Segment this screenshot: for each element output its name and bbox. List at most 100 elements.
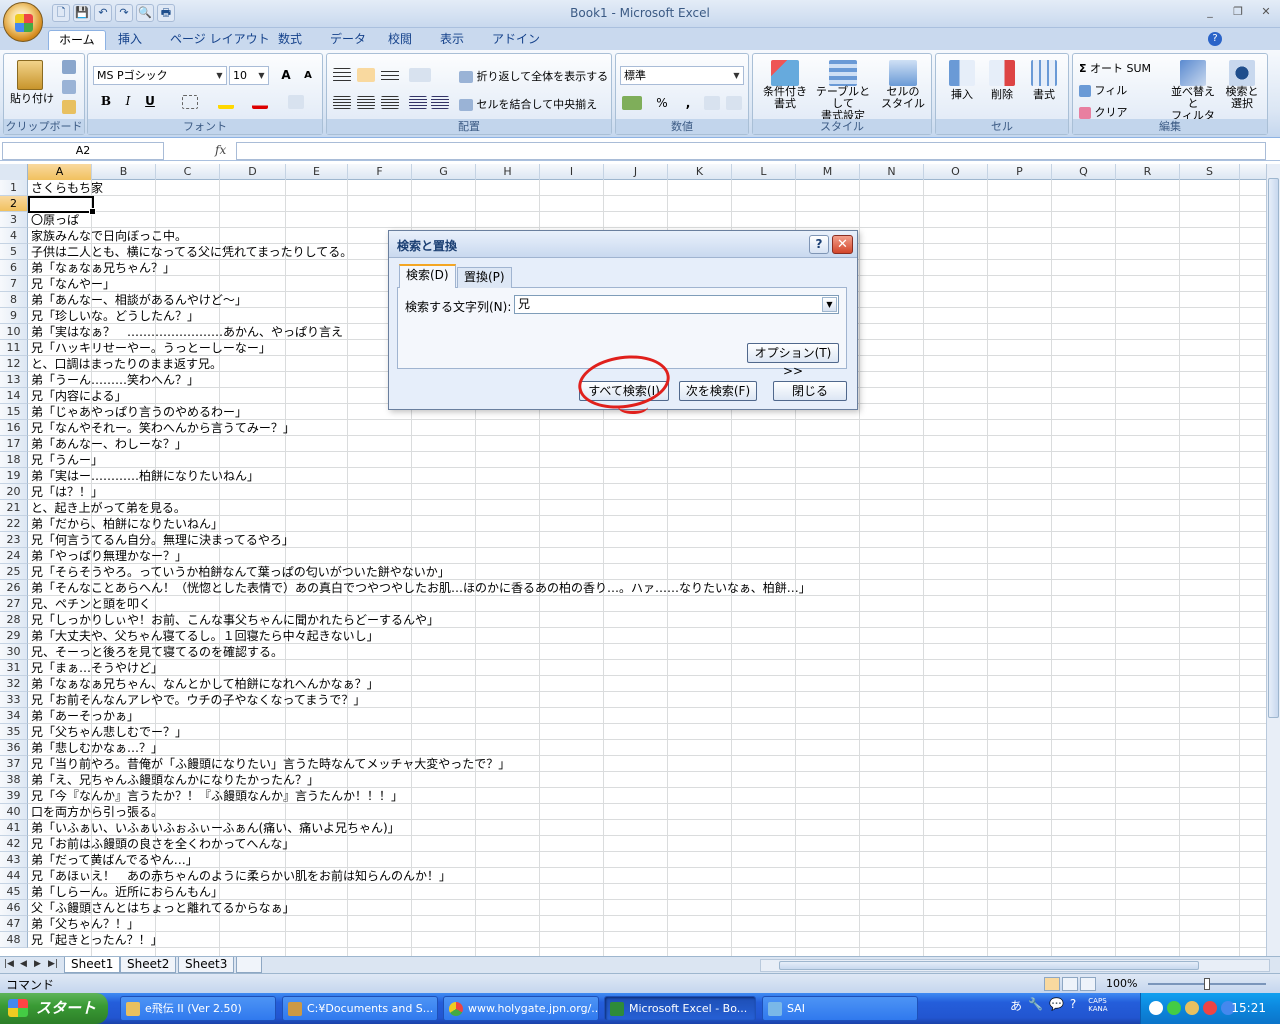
close-dialog-button[interactable]: 閉じる bbox=[773, 381, 847, 401]
tab-view[interactable]: 表示 bbox=[430, 30, 474, 50]
next-sheet-icon[interactable]: ▶ bbox=[34, 959, 41, 969]
copy-icon[interactable] bbox=[62, 80, 76, 94]
tab-formulas[interactable]: 数式 bbox=[268, 30, 312, 50]
paste-button[interactable]: 貼り付け bbox=[10, 60, 54, 106]
font-color-icon[interactable] bbox=[252, 95, 268, 109]
row-header[interactable]: 14 bbox=[0, 388, 28, 404]
cell-a[interactable]: 兄「そらそうやろ。っていうか柏餅なんて葉っぱの匂いがついた餅やないか」 bbox=[31, 564, 450, 580]
orientation-icon[interactable] bbox=[409, 68, 431, 82]
cut-icon[interactable] bbox=[62, 60, 76, 74]
row-header[interactable]: 48 bbox=[0, 932, 28, 948]
tab-find[interactable]: 検索(D) bbox=[399, 264, 456, 288]
cell-a[interactable]: 兄「なんやそれー。笑わへんから言うてみー？」 bbox=[31, 420, 295, 436]
zoom-slider[interactable] bbox=[1148, 978, 1266, 990]
row-cells[interactable] bbox=[28, 436, 1266, 452]
cell-a[interactable]: 弟「うーん………笑わへん？」 bbox=[31, 372, 199, 388]
row-header[interactable]: 27 bbox=[0, 596, 28, 612]
align-right-icon[interactable] bbox=[381, 96, 399, 109]
merge-center-button[interactable]: セルを結合して中央揃え bbox=[459, 96, 597, 112]
row-header[interactable]: 33 bbox=[0, 692, 28, 708]
row-cells[interactable] bbox=[28, 212, 1266, 228]
row-header[interactable]: 4 bbox=[0, 228, 28, 244]
select-all-corner[interactable] bbox=[0, 164, 28, 180]
align-left-icon[interactable] bbox=[333, 96, 351, 109]
find-next-button[interactable]: 次を検索(F) bbox=[679, 381, 757, 401]
cell-a[interactable]: 兄、ペチンと頭を叩く bbox=[31, 596, 151, 612]
cell-a[interactable]: 弟「いふぁい、いふぁいふぉふぃーふぁん(痛い、痛いよ兄ちゃん)」 bbox=[31, 820, 400, 836]
cell-a[interactable]: 兄「当り前やろ。昔俺が「ふ饅頭になりたい」言うた時なんてメッチャ大変やったで？」 bbox=[31, 756, 510, 772]
delete-cells-button[interactable]: 削除 bbox=[984, 60, 1020, 102]
row-header[interactable]: 20 bbox=[0, 484, 28, 500]
cell-a[interactable]: 兄「今『なんか』言うたか？！『ふ饅頭なんか』言うたんか！！！」 bbox=[31, 788, 403, 804]
row-header[interactable]: 32 bbox=[0, 676, 28, 692]
row-header[interactable]: 12 bbox=[0, 356, 28, 372]
row-header[interactable]: 26 bbox=[0, 580, 28, 596]
cell-a[interactable]: と、起き上がって弟を見る。 bbox=[31, 500, 186, 516]
row-header[interactable]: 34 bbox=[0, 708, 28, 724]
sort-filter-button[interactable]: 並べ替えと フィルタ bbox=[1167, 60, 1219, 122]
row-header[interactable]: 44 bbox=[0, 868, 28, 884]
decrease-indent-icon[interactable] bbox=[409, 96, 427, 109]
row-cells[interactable] bbox=[28, 196, 1266, 212]
row-header[interactable]: 45 bbox=[0, 884, 28, 900]
row-cells[interactable] bbox=[28, 932, 1266, 948]
row-header[interactable]: 5 bbox=[0, 244, 28, 260]
cell-a[interactable]: 弟「え、兄ちゃんふ饅頭なんかになりたかったん？」 bbox=[31, 772, 319, 788]
cell-a[interactable]: 父「ふ饅頭さんとはちょっと離れてるからなぁ」 bbox=[31, 900, 295, 916]
task-excel[interactable]: Microsoft Excel - Bo... bbox=[604, 996, 756, 1021]
task-explorer[interactable]: C:¥Documents and S... bbox=[282, 996, 438, 1021]
cell-styles-button[interactable]: セルの スタイル bbox=[877, 60, 929, 110]
insert-sheet-icon[interactable] bbox=[236, 957, 262, 973]
tab-addins[interactable]: アドイン bbox=[482, 30, 550, 50]
row-header[interactable]: 35 bbox=[0, 724, 28, 740]
column-header-g[interactable]: G bbox=[412, 164, 476, 180]
cell-a[interactable]: 口を両方から引っ張る。 bbox=[31, 804, 163, 820]
row-header[interactable]: 25 bbox=[0, 564, 28, 580]
row-header[interactable]: 36 bbox=[0, 740, 28, 756]
row-cells[interactable] bbox=[28, 180, 1266, 196]
row-header[interactable]: 43 bbox=[0, 852, 28, 868]
ime-comment-icon[interactable]: 💬 bbox=[1049, 997, 1064, 1014]
grow-font-button[interactable]: A bbox=[276, 66, 296, 85]
help-icon[interactable]: ? bbox=[1208, 32, 1222, 46]
find-what-input[interactable]: 兄 ▼ bbox=[514, 295, 839, 314]
tab-page-layout[interactable]: ページ レイアウト bbox=[160, 30, 280, 50]
ime-tools-icon[interactable]: 🔧 bbox=[1028, 997, 1043, 1014]
row-cells[interactable] bbox=[28, 484, 1266, 500]
row-cells[interactable] bbox=[28, 916, 1266, 932]
dialog-help-button[interactable]: ? bbox=[809, 235, 829, 254]
prev-sheet-icon[interactable]: ◀ bbox=[20, 959, 27, 969]
row-header[interactable]: 8 bbox=[0, 292, 28, 308]
options-button[interactable]: オプション(T) >> bbox=[747, 343, 839, 378]
vertical-scroll-thumb[interactable] bbox=[1268, 178, 1279, 718]
clear-button[interactable]: クリア bbox=[1079, 104, 1128, 120]
tray-arrow-icon[interactable] bbox=[1149, 1001, 1163, 1015]
chevron-down-icon[interactable]: ▼ bbox=[822, 297, 837, 312]
sheet-tab-sheet1[interactable]: Sheet1 bbox=[64, 957, 121, 973]
cell-a[interactable]: 兄「内容による」 bbox=[31, 388, 127, 404]
cell-a[interactable]: 兄「ハッキリせーやー。うっとーしーなー」 bbox=[31, 340, 271, 356]
row-header[interactable]: 10 bbox=[0, 324, 28, 340]
currency-icon[interactable] bbox=[622, 96, 642, 110]
column-header-s[interactable]: S bbox=[1180, 164, 1240, 180]
find-select-button[interactable]: 検索と 選択 bbox=[1219, 60, 1265, 110]
increase-decimal-icon[interactable] bbox=[704, 96, 720, 110]
row-header[interactable]: 19 bbox=[0, 468, 28, 484]
row-cells[interactable] bbox=[28, 660, 1266, 676]
cell-a[interactable]: 兄「父ちゃん悲しむでー？」 bbox=[31, 724, 187, 740]
cell-a[interactable]: 兄「は？！」 bbox=[31, 484, 103, 500]
cell-a[interactable]: 兄「しっかりしぃや！お前、こんな事父ちゃんに聞かれたらどーするんや」 bbox=[31, 612, 439, 628]
cell-a[interactable]: 兄「うんー」 bbox=[31, 452, 103, 468]
row-header[interactable]: 37 bbox=[0, 756, 28, 772]
ime-mode-icon[interactable]: あ bbox=[1010, 997, 1022, 1014]
cell-a[interactable]: 弟「父ちゃん？！」 bbox=[31, 916, 139, 932]
column-header-b[interactable]: B bbox=[92, 164, 156, 180]
cell-a[interactable]: 弟「なぁなぁ兄ちゃん、なんとかして柏餅になれへんかなぁ？」 bbox=[31, 676, 379, 692]
borders-icon[interactable] bbox=[182, 95, 198, 109]
cell-a[interactable]: 弟「じゃあやっぱり言うのやめるわー」 bbox=[31, 404, 247, 420]
first-sheet-icon[interactable]: |◀ bbox=[4, 959, 14, 969]
cell-a[interactable]: 家族みんなで日向ぼっこ中。 bbox=[31, 228, 187, 244]
column-header-q[interactable]: Q bbox=[1052, 164, 1116, 180]
cell-a[interactable]: 弟「そんなことあらへん！（恍惚とした表情で）あの真白でつやつやしたお肌…ほのかに… bbox=[31, 580, 811, 596]
task-sai[interactable]: SAI bbox=[762, 996, 918, 1021]
